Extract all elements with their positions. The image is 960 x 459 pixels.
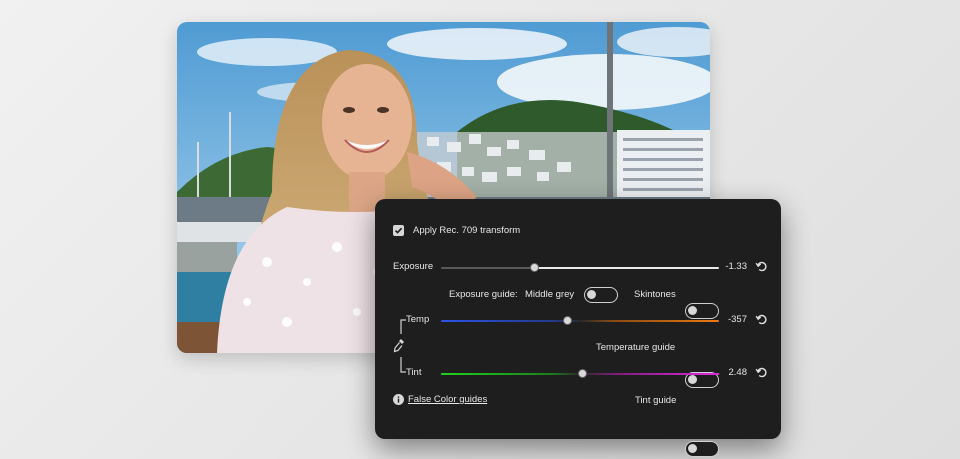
- false-color-guides-link[interactable]: False Color guides: [408, 394, 487, 406]
- tint-label: Tint: [406, 367, 422, 378]
- exposure-guide-label: Exposure guide:: [449, 289, 518, 300]
- exposure-slider-thumb[interactable]: [530, 263, 539, 272]
- tint-guide-toggle[interactable]: [685, 441, 719, 457]
- exposure-label: Exposure: [393, 261, 434, 272]
- tint-slider-thumb[interactable]: [578, 369, 587, 378]
- skintones-label: Skintones: [634, 289, 676, 300]
- toggle-knob: [688, 444, 697, 453]
- temperature-guide-label: Temperature guide: [596, 342, 676, 353]
- toggle-knob: [688, 375, 697, 384]
- temp-slider-thumb[interactable]: [563, 316, 572, 325]
- tint-value: 2.48: [728, 367, 748, 378]
- exposure-reset-icon[interactable]: [755, 260, 768, 273]
- temp-label: Temp: [406, 314, 430, 325]
- info-icon[interactable]: [393, 394, 404, 405]
- middle-grey-label: Middle grey: [525, 289, 575, 300]
- toggle-knob: [587, 290, 596, 299]
- middle-grey-toggle[interactable]: [584, 287, 618, 303]
- temp-value: -357: [727, 314, 747, 325]
- temp-slider-track[interactable]: [441, 320, 719, 322]
- exposure-slider-track[interactable]: [441, 267, 719, 269]
- checkmark-icon: [394, 227, 403, 234]
- apply-transform-checkbox[interactable]: [393, 225, 404, 236]
- tint-guide-label: Tint guide: [635, 395, 677, 406]
- toggle-knob: [688, 306, 697, 315]
- eyedropper-icon[interactable]: [393, 338, 405, 353]
- temp-reset-icon[interactable]: [755, 313, 768, 326]
- exposure-value: -1.33: [725, 261, 747, 272]
- color-adjustment-panel: Apply Rec. 709 transform Exposure -1.33 …: [375, 199, 781, 457]
- tint-reset-icon[interactable]: [755, 366, 768, 379]
- apply-transform-label: Apply Rec. 709 transform: [413, 225, 521, 236]
